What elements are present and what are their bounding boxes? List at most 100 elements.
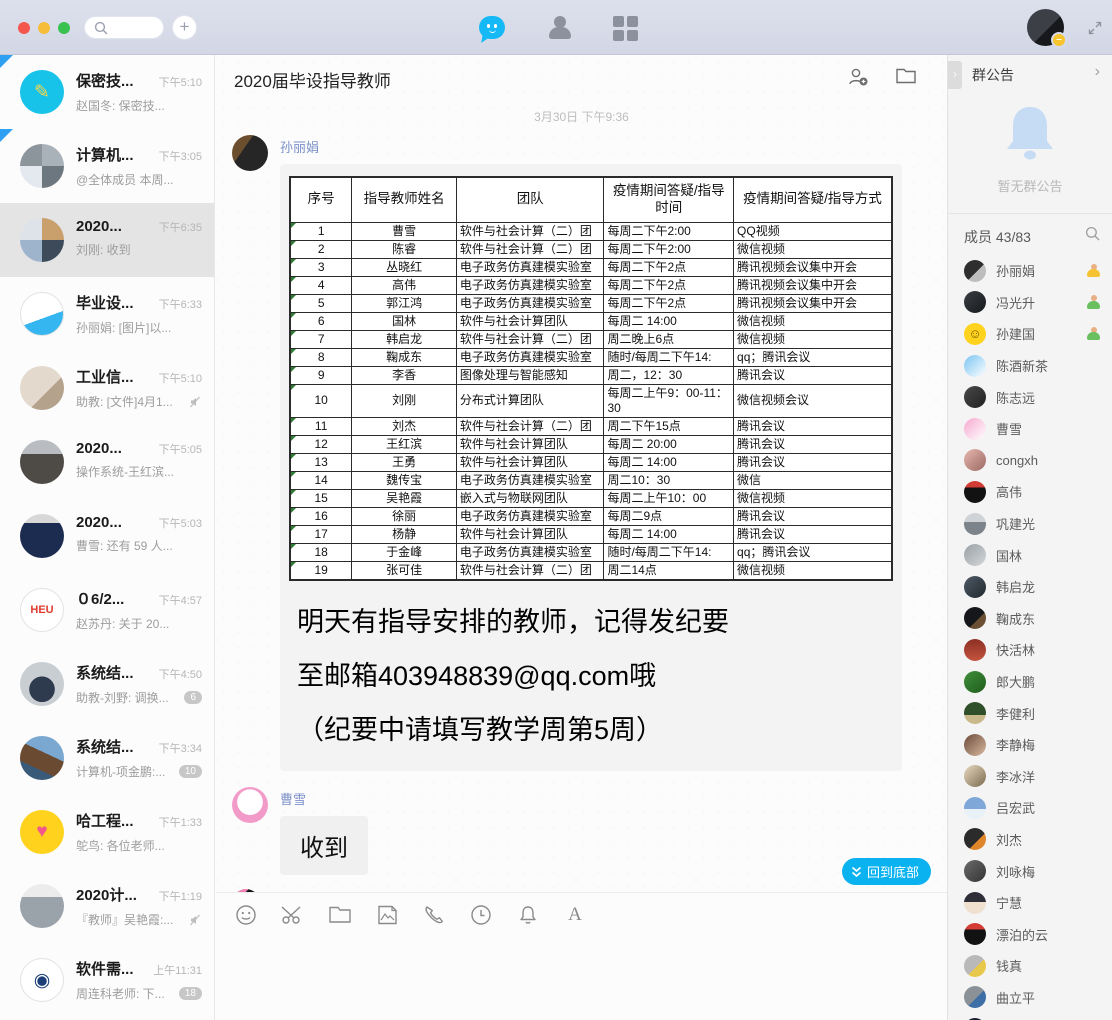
member-row[interactable]: congxh (948, 443, 1112, 475)
table-cell: 18 (290, 543, 352, 561)
message-input-panel[interactable]: A (216, 892, 947, 1020)
member-row[interactable]: 高伟 (948, 474, 1112, 506)
chat-list-item[interactable]: ♥ 哈工程... 下午1:33 鸵鸟: 各位老师... (0, 795, 214, 869)
table-cell: 每周二下午2点 (604, 294, 734, 312)
history-clock-icon[interactable] (469, 903, 493, 927)
message: 孙丽娟 序号指导教师姓名团队疫情期间答疑/指导时间疫情期间答疑/指导方式 1曹雪… (216, 135, 947, 771)
member-row[interactable]: 李健利 (948, 695, 1112, 727)
member-row[interactable]: 孙丽娟 (948, 253, 1112, 285)
member-name: 曹雪 (996, 419, 1022, 438)
member-row[interactable]: 国林 (948, 537, 1112, 569)
table-row: 16徐丽电子政务仿真建模实验室每周二9点腾讯会议 (290, 507, 892, 525)
member-row[interactable]: ☺ 孙建国 (948, 316, 1112, 348)
chat-list-item[interactable]: ◉ 软件需... 上午11:31 周连科老师: 下... 18 (0, 943, 214, 1017)
avatar (20, 366, 64, 410)
file-folder-icon[interactable] (328, 903, 352, 927)
member-row[interactable]: 钱真 (948, 948, 1112, 980)
member-row[interactable]: 刘咏梅 (948, 853, 1112, 885)
folder-icon[interactable] (895, 67, 917, 85)
member-name: 国林 (996, 546, 1022, 565)
image-icon[interactable] (375, 903, 399, 927)
avatar[interactable] (232, 135, 268, 171)
chat-list-item[interactable]: 计算机... 下午3:05 @全体成员 本周... (0, 129, 214, 203)
member-row[interactable]: 陈志远 (948, 379, 1112, 411)
member-row[interactable]: 刘杰 (948, 822, 1112, 854)
member-row[interactable]: 冯光升 (948, 285, 1112, 317)
table-cell: 腾讯会议 (734, 525, 892, 543)
sender-name[interactable]: 曹雪 (280, 787, 947, 808)
back-to-bottom-button[interactable]: 回到底部 (842, 858, 931, 885)
chat-item-time: 上午11:31 (153, 962, 202, 978)
chat-item-title: 保密技... (76, 70, 134, 91)
member-row[interactable]: 申林山 (948, 1011, 1112, 1020)
member-search-icon[interactable] (1085, 226, 1100, 241)
table-cell: 9 (290, 366, 352, 384)
table-cell: 软件与社会计算（二）团 (456, 561, 604, 580)
chat-list-item[interactable]: HEU ０6/2... 下午4:57 赵苏丹: 关于 20... (0, 573, 214, 647)
chat-list-item[interactable]: ✎ 保密技... 下午5:10 赵国冬: 保密技... (0, 55, 214, 129)
member-row[interactable]: 吕宏武 (948, 790, 1112, 822)
chat-list-item[interactable]: 2020... 下午6:35 刘刚: 收到 (0, 203, 214, 277)
apps-tab-icon[interactable] (613, 16, 638, 41)
table-cell: 微信视频 (734, 561, 892, 580)
table-cell: 微信视频 (734, 489, 892, 507)
announcement-title: 群公告 (972, 67, 1014, 83)
search-icon (94, 21, 108, 35)
zoom-window-button[interactable] (58, 22, 70, 34)
table-cell: 3 (290, 258, 352, 276)
member-row[interactable]: 快活林 (948, 632, 1112, 664)
avatar (20, 144, 64, 188)
member-row[interactable]: 李冰洋 (948, 759, 1112, 791)
member-row[interactable]: 曹雪 (948, 411, 1112, 443)
member-row[interactable]: 巩建光 (948, 506, 1112, 538)
chat-list-item[interactable]: 毕业设... 下午6:33 孙丽娟: [图片]以... (0, 277, 214, 351)
group-info-panel: › 群公告 › 暂无群公告 成员 43/83 孙丽娟 冯光升 (947, 55, 1112, 1020)
table-cell: 每周二 20:00 (604, 435, 734, 453)
member-row[interactable]: 郎大鹏 (948, 664, 1112, 696)
member-row[interactable]: 韩启龙 (948, 569, 1112, 601)
chat-list-item[interactable]: 系统结... 下午3:34 计算机-项金鹏:... 10 (0, 721, 214, 795)
screenshot-scissors-icon[interactable] (281, 903, 305, 927)
member-row[interactable]: 宁慧 (948, 885, 1112, 917)
messages-tab-icon[interactable] (479, 16, 505, 39)
announcement-header[interactable]: 群公告 › (948, 55, 1112, 89)
chat-list-item[interactable]: 2020计... 下午1:19 『教师』吴艳霞:... (0, 869, 214, 943)
table-cell: 微信视频会议 (734, 384, 892, 417)
chat-list-item[interactable]: 系统结... 下午4:50 助教-刘野: 调换... 6 (0, 647, 214, 721)
image-message[interactable]: 序号指导教师姓名团队疫情期间答疑/指导时间疫情期间答疑/指导方式 1曹雪软件与社… (280, 164, 902, 771)
close-window-button[interactable] (18, 22, 30, 34)
minimize-window-button[interactable] (38, 22, 50, 34)
table-cell: 电子政务仿真建模实验室 (456, 258, 604, 276)
chat-list-item[interactable]: 2020... 下午5:03 曹雪: 还有 59 人... (0, 499, 214, 573)
add-member-icon[interactable] (847, 67, 869, 87)
phone-icon[interactable] (422, 903, 446, 927)
chat-list-item[interactable]: 2020... 下午5:05 操作系统-王红滨... (0, 425, 214, 499)
avatar: ♥ (20, 810, 64, 854)
user-avatar[interactable]: – (1027, 9, 1064, 46)
member-row[interactable]: 漂泊的云 (948, 916, 1112, 948)
sender-name[interactable]: 孙丽娟 (280, 135, 947, 156)
resize-icon[interactable] (1087, 20, 1103, 36)
member-name: 李健利 (996, 704, 1035, 723)
table-cell: 每周二 14:00 (604, 453, 734, 471)
member-row[interactable]: 鞠成东 (948, 601, 1112, 633)
avatar[interactable] (232, 787, 268, 823)
notification-bell-icon[interactable] (516, 903, 540, 927)
member-row[interactable]: 李静梅 (948, 727, 1112, 759)
table-cell: 7 (290, 330, 352, 348)
text-message[interactable]: 收到 (280, 816, 368, 875)
table-cell: 每周二上午10：00 (604, 489, 734, 507)
chat-item-title: 系统结... (76, 662, 134, 683)
font-style-icon[interactable]: A (563, 903, 587, 927)
table-row: 13王勇软件与社会计算团队每周二 14:00腾讯会议 (290, 453, 892, 471)
search-input[interactable] (84, 16, 164, 39)
contacts-tab-icon[interactable] (547, 16, 573, 40)
emoji-icon[interactable] (234, 903, 258, 927)
table-cell: 每周二 14:00 (604, 312, 734, 330)
member-row[interactable]: 曲立平 (948, 980, 1112, 1012)
chat-item-time: 下午1:19 (159, 888, 202, 904)
table-cell: 13 (290, 453, 352, 471)
chat-list-item[interactable]: 工业信... 下午5:10 助教: [文件]4月1... (0, 351, 214, 425)
add-button[interactable]: + (172, 15, 197, 40)
member-row[interactable]: 陈酒新茶 (948, 348, 1112, 380)
